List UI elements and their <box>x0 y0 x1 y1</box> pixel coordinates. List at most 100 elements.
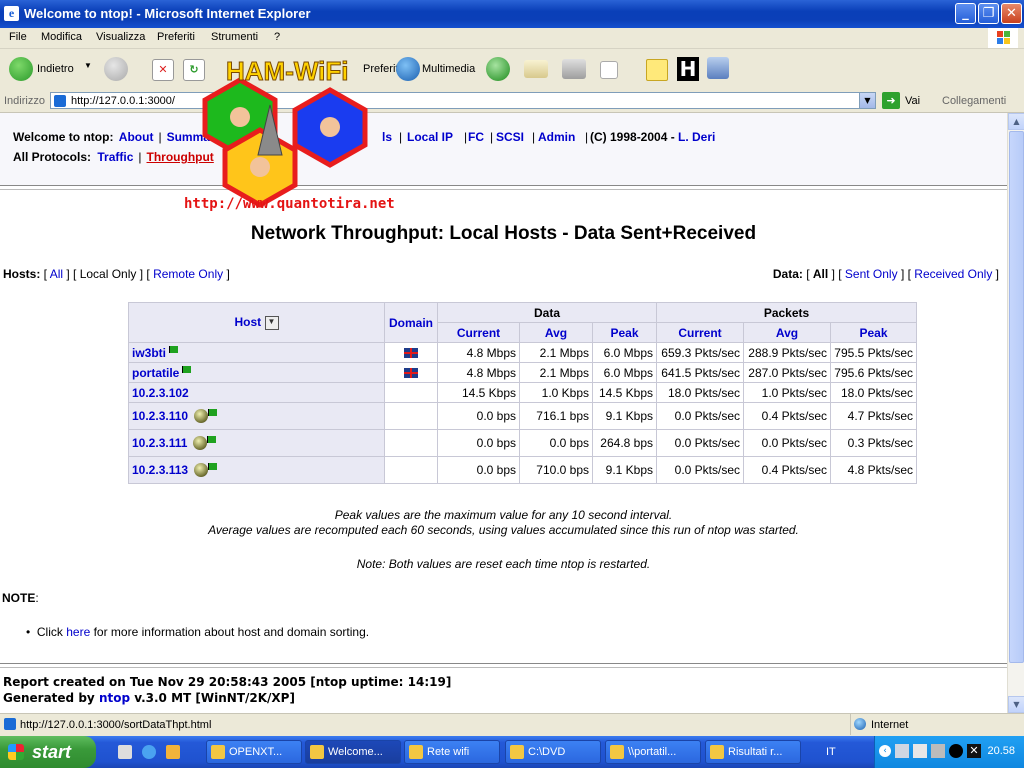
generated-by: Generated by ntop v.3.0 MT [WinNT/2K/XP] <box>3 691 295 705</box>
tray-x-icon[interactable]: ✕ <box>967 744 981 758</box>
value-cell-d-avg: 2.1 Mbps <box>519 342 594 363</box>
taskbar-item[interactable]: OPENXT... <box>206 740 302 764</box>
minimize-button[interactable]: _ <box>955 3 976 24</box>
data-avg-header[interactable]: Avg <box>519 322 594 343</box>
taskbar-item[interactable]: Welcome... <box>305 740 401 764</box>
host-link[interactable]: 10.2.3.111 <box>132 436 187 450</box>
local-host-flag-icon <box>169 345 179 353</box>
quicklaunch-desktop-icon[interactable] <box>118 745 132 759</box>
local-host-flag-icon <box>208 462 218 470</box>
host-cell[interactable]: 10.2.3.113 <box>128 456 385 484</box>
nav-traffic-link[interactable]: Traffic <box>97 150 133 164</box>
hosts-all-link[interactable]: All <box>50 267 63 281</box>
tray-network-icon[interactable] <box>895 744 909 758</box>
address-input[interactable]: http://127.0.0.1:3000/ ▼ <box>50 92 876 109</box>
nav-scsi-link[interactable]: SCSI <box>496 130 524 144</box>
scroll-down-icon[interactable]: ▼ <box>1008 696 1024 713</box>
note-section-heading: NOTE: <box>2 591 39 605</box>
value-cell-p-peak: 795.5 Pkts/sec <box>830 342 918 363</box>
host-cell[interactable]: 10.2.3.102 <box>128 382 385 403</box>
taskbar-item[interactable]: Rete wifi <box>404 740 500 764</box>
host-link[interactable]: 10.2.3.113 <box>132 463 188 477</box>
language-indicator[interactable]: IT <box>826 746 836 758</box>
tray-printer-icon[interactable] <box>931 744 945 758</box>
packets-peak-header[interactable]: Peak <box>830 322 918 343</box>
edit-icon[interactable] <box>600 61 618 79</box>
mail-icon[interactable] <box>524 60 548 78</box>
packets-group-header: Packets <box>656 302 918 323</box>
h-icon[interactable]: H <box>677 57 699 81</box>
host-link[interactable]: iw3bti <box>132 346 166 360</box>
history-icon[interactable] <box>486 57 510 81</box>
links-label[interactable]: Collegamenti <box>942 95 1006 107</box>
note-here-link[interactable]: here <box>66 625 90 639</box>
ntop-link[interactable]: ntop <box>99 691 130 705</box>
host-cell[interactable]: 10.2.3.111 <box>128 429 385 457</box>
domain-column-header[interactable]: Domain <box>383 302 439 343</box>
go-button[interactable]: Vai <box>905 95 920 107</box>
back-arrow-icon[interactable] <box>9 57 33 81</box>
host-cell[interactable]: iw3bti <box>128 342 385 363</box>
report-created: Report created on Tue Nov 29 20:58:43 20… <box>3 675 452 689</box>
nav-fc-link[interactable]: FC <box>468 130 484 144</box>
data-peak-header[interactable]: Peak <box>592 322 658 343</box>
domain-cell <box>383 456 439 484</box>
tray-expand-icon[interactable]: ‹ <box>879 745 891 757</box>
packets-current-header[interactable]: Current <box>656 322 745 343</box>
stop-icon[interactable]: ✕ <box>152 59 174 81</box>
tray-app-icon[interactable] <box>949 744 963 758</box>
tray-monitor-icon[interactable] <box>913 744 927 758</box>
media-icon[interactable] <box>396 57 420 81</box>
data-current-header[interactable]: Current <box>437 322 521 343</box>
nav-author-link[interactable]: L. Deri <box>678 130 715 144</box>
start-button[interactable]: start <box>0 736 96 768</box>
menu-view[interactable]: Visualizza <box>96 31 145 43</box>
value-cell-p-peak: 4.8 Pkts/sec <box>830 456 918 484</box>
taskbar-item[interactable]: \\portatil... <box>605 740 701 764</box>
host-cell[interactable]: portatile <box>128 362 385 383</box>
hosts-remote-link[interactable]: Remote Only <box>153 267 223 281</box>
packets-avg-header[interactable]: Avg <box>743 322 832 343</box>
research-icon[interactable] <box>707 57 729 79</box>
data-group-header: Data <box>437 302 658 323</box>
quicklaunch-ie-icon[interactable] <box>142 745 156 759</box>
nav-welcome: Welcome to ntop: <box>13 130 114 144</box>
menu-file[interactable]: File <box>9 31 27 43</box>
nav-about-link[interactable]: About <box>119 130 154 144</box>
address-dropdown-icon[interactable]: ▼ <box>859 93 875 108</box>
host-link[interactable]: 10.2.3.110 <box>132 409 188 423</box>
go-arrow-icon[interactable]: ➜ <box>882 92 900 109</box>
print-icon[interactable] <box>562 59 586 79</box>
status-page-icon <box>4 718 16 730</box>
host-column-header[interactable]: Host ▼ <box>128 302 385 343</box>
local-host-flag-icon <box>208 408 218 416</box>
data-received-link[interactable]: Received Only <box>914 267 992 281</box>
host-link[interactable]: 10.2.3.102 <box>132 386 189 400</box>
vertical-scrollbar[interactable]: ▲ ▼ <box>1007 113 1024 713</box>
data-sent-link[interactable]: Sent Only <box>845 267 898 281</box>
nav-local-ip-link[interactable]: Local IP <box>407 130 453 144</box>
back-dropdown-icon[interactable]: ▼ <box>84 61 92 70</box>
taskbar-item[interactable]: Risultati r... <box>705 740 801 764</box>
address-url[interactable]: http://127.0.0.1:3000/ <box>71 95 175 107</box>
nav-admin-link[interactable]: Admin <box>538 130 575 144</box>
media-label[interactable]: Multimedia <box>422 63 475 75</box>
menu-favorites[interactable]: Preferiti <box>157 31 195 43</box>
host-link[interactable]: portatile <box>132 366 179 380</box>
close-button[interactable]: ✕ <box>1001 3 1022 24</box>
menu-tools[interactable]: Strumenti <box>211 31 258 43</box>
restore-button[interactable]: ❐ <box>978 3 999 24</box>
note-label: NOTE <box>2 591 36 605</box>
sort-icon[interactable]: ▼ <box>264 315 279 330</box>
forward-arrow-icon[interactable] <box>104 57 128 81</box>
quicklaunch-media-icon[interactable] <box>166 745 180 759</box>
back-label[interactable]: Indietro <box>37 63 74 75</box>
scroll-thumb[interactable] <box>1009 131 1024 663</box>
menu-edit[interactable]: Modifica <box>41 31 82 43</box>
taskbar-app-icon <box>409 745 423 759</box>
scroll-up-icon[interactable]: ▲ <box>1008 113 1024 130</box>
host-cell[interactable]: 10.2.3.110 <box>128 402 385 430</box>
menu-help[interactable]: ? <box>274 31 280 43</box>
taskbar-item[interactable]: C:\DVD <box>505 740 601 764</box>
discuss-icon[interactable] <box>646 59 668 81</box>
